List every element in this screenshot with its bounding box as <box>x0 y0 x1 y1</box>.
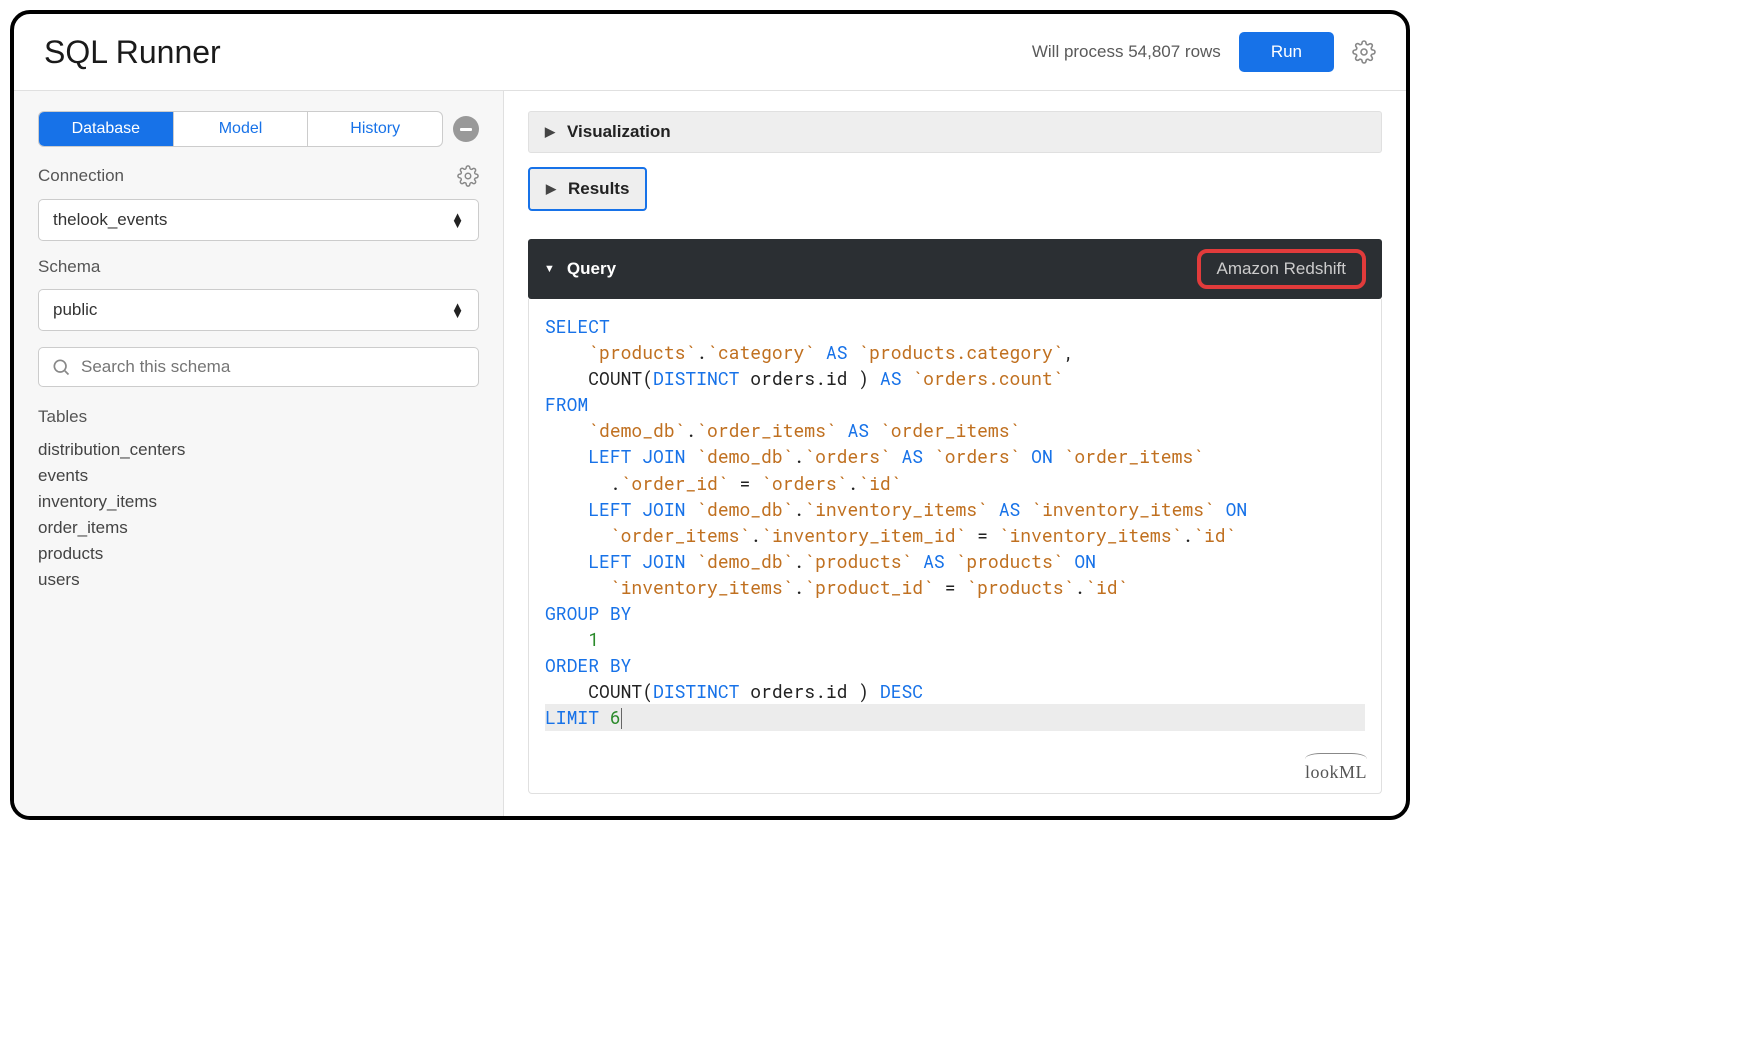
results-panel-header[interactable]: ▶ Results <box>528 167 647 211</box>
collapse-icon[interactable] <box>453 116 479 142</box>
sql-editor[interactable]: SELECT `products`.`category` AS `product… <box>528 299 1382 794</box>
header: SQL Runner Will process 54,807 rows Run <box>14 14 1406 91</box>
tab-model[interactable]: Model <box>174 112 309 146</box>
tables-label: Tables <box>38 407 479 427</box>
visualization-label: Visualization <box>567 122 671 142</box>
chevron-down-icon: ▼ <box>544 263 555 275</box>
schema-search[interactable] <box>38 347 479 387</box>
sidebar-tab-row: Database Model History <box>38 111 479 147</box>
schema-value: public <box>53 300 97 320</box>
search-icon <box>51 357 71 377</box>
sort-arrows-icon: ▲▼ <box>451 303 464 317</box>
query-panel-header[interactable]: ▼ Query Amazon Redshift <box>528 239 1382 299</box>
search-input[interactable] <box>81 357 466 377</box>
chevron-right-icon: ▶ <box>546 181 556 197</box>
header-right: Will process 54,807 rows Run <box>1032 32 1376 72</box>
text-caret <box>621 708 622 730</box>
sidebar: Database Model History Connection theloo… <box>14 91 504 816</box>
main: ▶ Visualization ▶ Results ▼ Query Amazon… <box>504 91 1406 816</box>
results-label: Results <box>568 179 629 199</box>
query-label: Query <box>567 259 616 279</box>
table-item[interactable]: distribution_centers <box>38 437 479 463</box>
table-item[interactable]: products <box>38 541 479 567</box>
tab-database[interactable]: Database <box>39 112 174 146</box>
db-engine-badge: Amazon Redshift <box>1197 249 1366 289</box>
gear-icon[interactable] <box>1352 40 1376 64</box>
tab-history[interactable]: History <box>308 112 442 146</box>
page-title: SQL Runner <box>44 34 221 71</box>
app-window: SQL Runner Will process 54,807 rows Run … <box>10 10 1410 820</box>
lookml-logo[interactable]: lookML <box>1305 759 1367 785</box>
connection-label: Connection <box>38 166 124 186</box>
chevron-right-icon: ▶ <box>545 124 555 140</box>
body: Database Model History Connection theloo… <box>14 91 1406 816</box>
run-button[interactable]: Run <box>1239 32 1334 72</box>
table-item[interactable]: events <box>38 463 479 489</box>
visualization-panel-header[interactable]: ▶ Visualization <box>528 111 1382 153</box>
sidebar-tabs: Database Model History <box>38 111 443 147</box>
connection-section-header: Connection <box>38 165 479 187</box>
table-item[interactable]: inventory_items <box>38 489 479 515</box>
schema-select[interactable]: public ▲▼ <box>38 289 479 331</box>
connection-select[interactable]: thelook_events ▲▼ <box>38 199 479 241</box>
schema-label: Schema <box>38 257 479 277</box>
connection-value: thelook_events <box>53 210 167 230</box>
row-count-status: Will process 54,807 rows <box>1032 42 1221 62</box>
table-item[interactable]: order_items <box>38 515 479 541</box>
table-item[interactable]: users <box>38 567 479 593</box>
gear-icon[interactable] <box>457 165 479 187</box>
tables-list: distribution_centers events inventory_it… <box>38 437 479 593</box>
results-panel-row: ▶ Results <box>528 167 1382 225</box>
sort-arrows-icon: ▲▼ <box>451 213 464 227</box>
